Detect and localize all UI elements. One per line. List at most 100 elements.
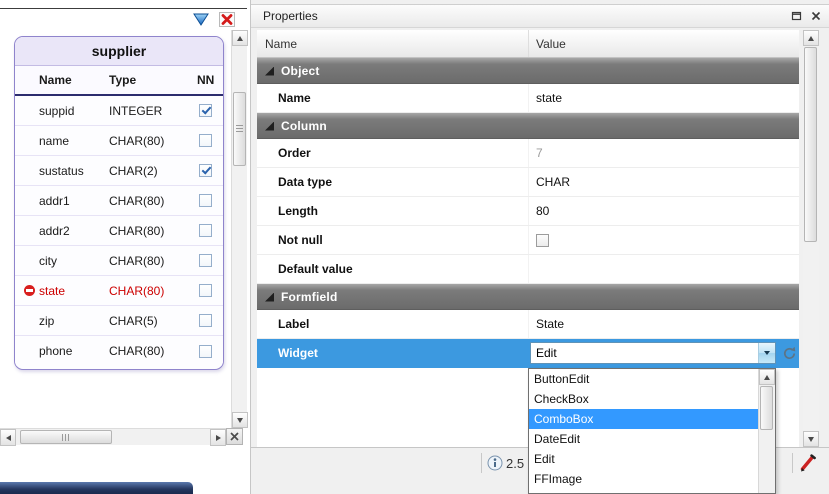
dropdown-scrollbar[interactable] (758, 369, 775, 493)
float-window-icon[interactable] (791, 11, 802, 21)
property-value[interactable]: CHAR (529, 168, 799, 196)
nn-checkbox[interactable] (199, 345, 212, 358)
scroll-down-button[interactable] (232, 412, 248, 428)
nn-checkbox[interactable] (199, 194, 212, 207)
column-name: name (39, 134, 109, 148)
scroll-down-button[interactable] (803, 431, 819, 447)
property-name: Name (257, 84, 529, 112)
nn-checkbox[interactable] (199, 134, 212, 147)
scrollbar-thumb[interactable] (20, 430, 112, 444)
table-row[interactable]: addr2CHAR(80) (15, 216, 223, 246)
property-value-text: state (536, 91, 562, 105)
scroll-up-button[interactable] (759, 369, 775, 385)
property-row-label[interactable]: LabelState (257, 310, 799, 339)
separator (792, 453, 793, 473)
property-value[interactable]: 7 (529, 139, 799, 167)
scroll-up-button[interactable] (232, 30, 248, 46)
close-diagram-icon[interactable] (219, 12, 235, 27)
table-row[interactable]: sustatusCHAR(2) (15, 156, 223, 186)
column-type: CHAR(80) (109, 224, 191, 238)
properties-titlebar[interactable]: Properties (251, 4, 829, 28)
arrow-up-icon (237, 36, 243, 41)
scrollbar-thumb[interactable] (804, 47, 817, 242)
reset-icon[interactable] (781, 345, 798, 362)
chevron-down-icon (764, 351, 770, 355)
group-label: Object (281, 64, 320, 78)
property-value[interactable]: state (529, 84, 799, 112)
group-header-column[interactable]: Column (257, 113, 799, 139)
property-value[interactable]: 80 (529, 197, 799, 225)
arrow-down-icon (237, 418, 243, 423)
nn-checkbox[interactable] (199, 224, 212, 237)
dropdown-item[interactable]: FFLabel (529, 489, 758, 493)
table-row[interactable]: zipCHAR(5) (15, 306, 223, 336)
table-row[interactable]: nameCHAR(80) (15, 126, 223, 156)
property-row-not-null[interactable]: Not null (257, 226, 799, 255)
property-value-text: CHAR (536, 175, 570, 189)
pen-tool-icon[interactable] (797, 452, 819, 474)
property-row-order[interactable]: Order7 (257, 139, 799, 168)
canvas-horizontal-scrollbar[interactable] (0, 428, 226, 445)
group-label: Formfield (281, 290, 337, 304)
property-value-text: 80 (536, 204, 549, 218)
nn-checkbox[interactable] (199, 314, 212, 327)
validate-triangle-icon[interactable] (192, 12, 210, 27)
dropdown-item[interactable]: ButtonEdit (529, 369, 758, 389)
dropdown-item[interactable]: Edit (529, 449, 758, 469)
nn-checkbox[interactable] (199, 164, 212, 177)
column-type: CHAR(80) (109, 134, 191, 148)
nn-checkbox[interactable] (199, 254, 212, 267)
collapse-arrow-icon (265, 67, 274, 76)
nn-checkbox[interactable] (199, 104, 212, 117)
error-icon (24, 285, 35, 296)
column-type: CHAR(80) (109, 284, 191, 298)
supplier-rows: suppidINTEGERnameCHAR(80)sustatusCHAR(2)… (15, 96, 223, 366)
combobox-dropdown-button[interactable] (758, 343, 775, 363)
group-header-formfield[interactable]: Formfield (257, 284, 799, 310)
dropdown-item[interactable]: FFImage (529, 469, 758, 489)
dropdown-item[interactable]: CheckBox (529, 389, 758, 409)
combobox-value: Edit (531, 346, 758, 360)
scrollbar-thumb[interactable] (233, 92, 246, 166)
scrollbar-thumb[interactable] (760, 386, 773, 430)
scroll-right-button[interactable] (210, 429, 226, 446)
widget-combobox[interactable]: Edit (530, 342, 776, 364)
table-row[interactable]: cityCHAR(80) (15, 246, 223, 276)
taskbar-strip (0, 482, 193, 494)
property-row-data-type[interactable]: Data typeCHAR (257, 168, 799, 197)
column-name: sustatus (39, 164, 109, 178)
application-window: supplier Name Type NN suppidINTEGERnameC… (0, 0, 829, 494)
property-row-default-value[interactable]: Default value (257, 255, 799, 284)
property-value[interactable] (529, 226, 799, 254)
scroll-up-button[interactable] (803, 30, 819, 46)
dropdown-item[interactable]: DateEdit (529, 429, 758, 449)
notnull-checkbox[interactable] (536, 234, 549, 247)
canvas-vertical-scrollbar[interactable] (231, 30, 247, 428)
property-value[interactable]: Edit (529, 339, 799, 367)
table-row[interactable]: suppidINTEGER (15, 96, 223, 126)
property-row-widget[interactable]: WidgetEdit (257, 339, 799, 368)
diagram-canvas[interactable]: supplier Name Type NN suppidINTEGERnameC… (0, 30, 231, 428)
close-panel-button[interactable] (226, 428, 243, 445)
properties-scrollbar[interactable] (803, 30, 819, 447)
table-row[interactable]: stateCHAR(80) (15, 276, 223, 306)
property-value[interactable]: State (529, 310, 799, 338)
close-properties-icon[interactable] (811, 11, 821, 21)
table-card-supplier[interactable]: supplier Name Type NN suppidINTEGERnameC… (14, 36, 224, 370)
table-row[interactable]: addr1CHAR(80) (15, 186, 223, 216)
error-slot (19, 285, 39, 296)
separator (481, 453, 482, 473)
property-value[interactable] (529, 255, 799, 283)
column-name: city (39, 254, 109, 268)
header-type: Type (109, 73, 191, 87)
property-name: Not null (257, 226, 529, 254)
scroll-left-button[interactable] (0, 429, 16, 446)
property-row-length[interactable]: Length80 (257, 197, 799, 226)
group-header-object[interactable]: Object (257, 58, 799, 84)
table-title: supplier (15, 37, 223, 66)
nn-checkbox[interactable] (199, 284, 212, 297)
column-name: phone (39, 344, 109, 358)
property-row-name[interactable]: Name state (257, 84, 799, 113)
dropdown-item[interactable]: ComboBox (529, 409, 758, 429)
table-row[interactable]: phoneCHAR(80) (15, 336, 223, 366)
